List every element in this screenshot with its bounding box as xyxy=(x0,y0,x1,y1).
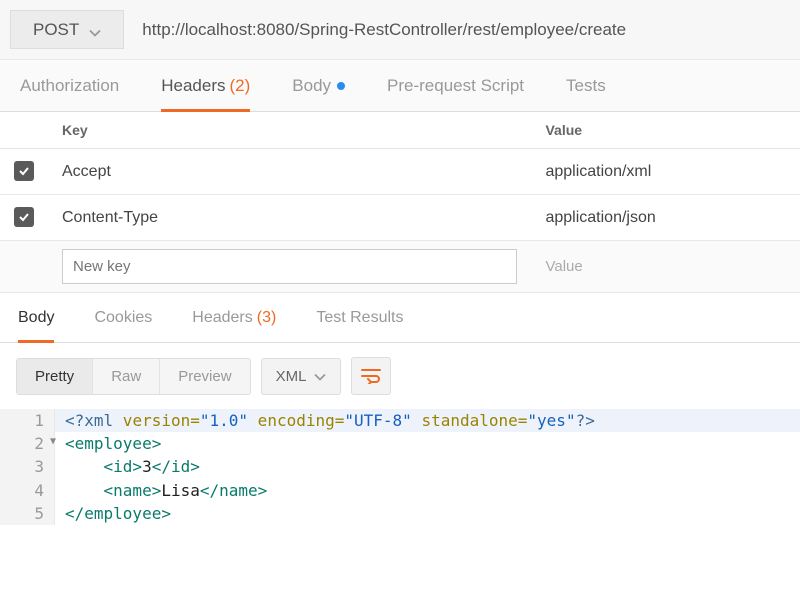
request-bar: POST xyxy=(0,0,800,60)
col-key: Key xyxy=(48,112,531,149)
code-line: 4 <name>Lisa</name> xyxy=(0,479,800,502)
body-toolbar: Pretty Raw Preview XML xyxy=(0,343,800,409)
headers-table: Key Value Accept application/xml Content… xyxy=(0,112,800,293)
response-headers-count: (3) xyxy=(257,309,277,327)
header-key-cell[interactable]: Content-Type xyxy=(48,195,531,241)
line-number: 1 xyxy=(0,409,55,432)
tab-headers[interactable]: Headers (2) xyxy=(161,60,250,111)
view-raw[interactable]: Raw xyxy=(93,359,160,394)
request-tabs: Authorization Headers (2) Body Pre-reque… xyxy=(0,60,800,112)
response-tab-cookies[interactable]: Cookies xyxy=(94,293,152,342)
format-label: XML xyxy=(276,368,307,385)
header-value-cell[interactable]: application/json xyxy=(531,195,800,241)
row-checkbox[interactable] xyxy=(14,161,34,181)
tab-tests[interactable]: Tests xyxy=(566,60,606,111)
response-tab-headers[interactable]: Headers (3) xyxy=(192,293,276,342)
line-number: 3 xyxy=(0,455,55,478)
tab-authorization[interactable]: Authorization xyxy=(20,60,119,111)
view-pretty[interactable]: Pretty xyxy=(17,359,93,394)
new-header-row: Value xyxy=(0,241,800,293)
code-line: 5 </employee> xyxy=(0,502,800,525)
view-mode-segment: Pretty Raw Preview xyxy=(16,358,251,395)
view-preview[interactable]: Preview xyxy=(160,359,249,394)
http-method-select[interactable]: POST xyxy=(10,10,124,49)
headers-count: (2) xyxy=(230,76,251,96)
code-line: 3 <id>3</id> xyxy=(0,455,800,478)
tab-body[interactable]: Body xyxy=(292,60,345,111)
format-select[interactable]: XML xyxy=(261,358,342,395)
table-row: Content-Type application/json xyxy=(0,195,800,241)
line-number: 4 xyxy=(0,479,55,502)
header-key-cell[interactable]: Accept xyxy=(48,149,531,195)
col-checkbox xyxy=(0,112,48,149)
line-number: 5 xyxy=(0,502,55,525)
response-body-code[interactable]: 1 <?xml version="1.0" encoding="UTF-8" s… xyxy=(0,409,800,525)
new-value-placeholder[interactable]: Value xyxy=(545,258,582,275)
table-row: Accept application/xml xyxy=(0,149,800,195)
row-checkbox[interactable] xyxy=(14,207,34,227)
chevron-down-icon xyxy=(314,370,326,382)
code-line: 1 <?xml version="1.0" encoding="UTF-8" s… xyxy=(0,409,800,432)
line-number: 2▼ xyxy=(0,432,55,455)
header-value-cell[interactable]: application/xml xyxy=(531,149,800,195)
response-tabs: Body Cookies Headers (3) Test Results xyxy=(0,293,800,343)
chevron-down-icon xyxy=(89,24,101,36)
http-method-label: POST xyxy=(33,20,79,40)
url-input[interactable] xyxy=(124,0,800,59)
body-modified-dot-icon xyxy=(337,82,345,90)
col-value: Value xyxy=(531,112,800,149)
code-line: 2▼ <employee> xyxy=(0,432,800,455)
wrap-icon xyxy=(361,368,381,384)
response-tab-body[interactable]: Body xyxy=(18,293,54,342)
line-wrap-button[interactable] xyxy=(351,357,391,395)
fold-icon[interactable]: ▼ xyxy=(50,435,56,450)
tab-prerequest-script[interactable]: Pre-request Script xyxy=(387,60,524,111)
response-tab-test-results[interactable]: Test Results xyxy=(316,293,403,342)
new-key-input[interactable] xyxy=(62,249,517,284)
